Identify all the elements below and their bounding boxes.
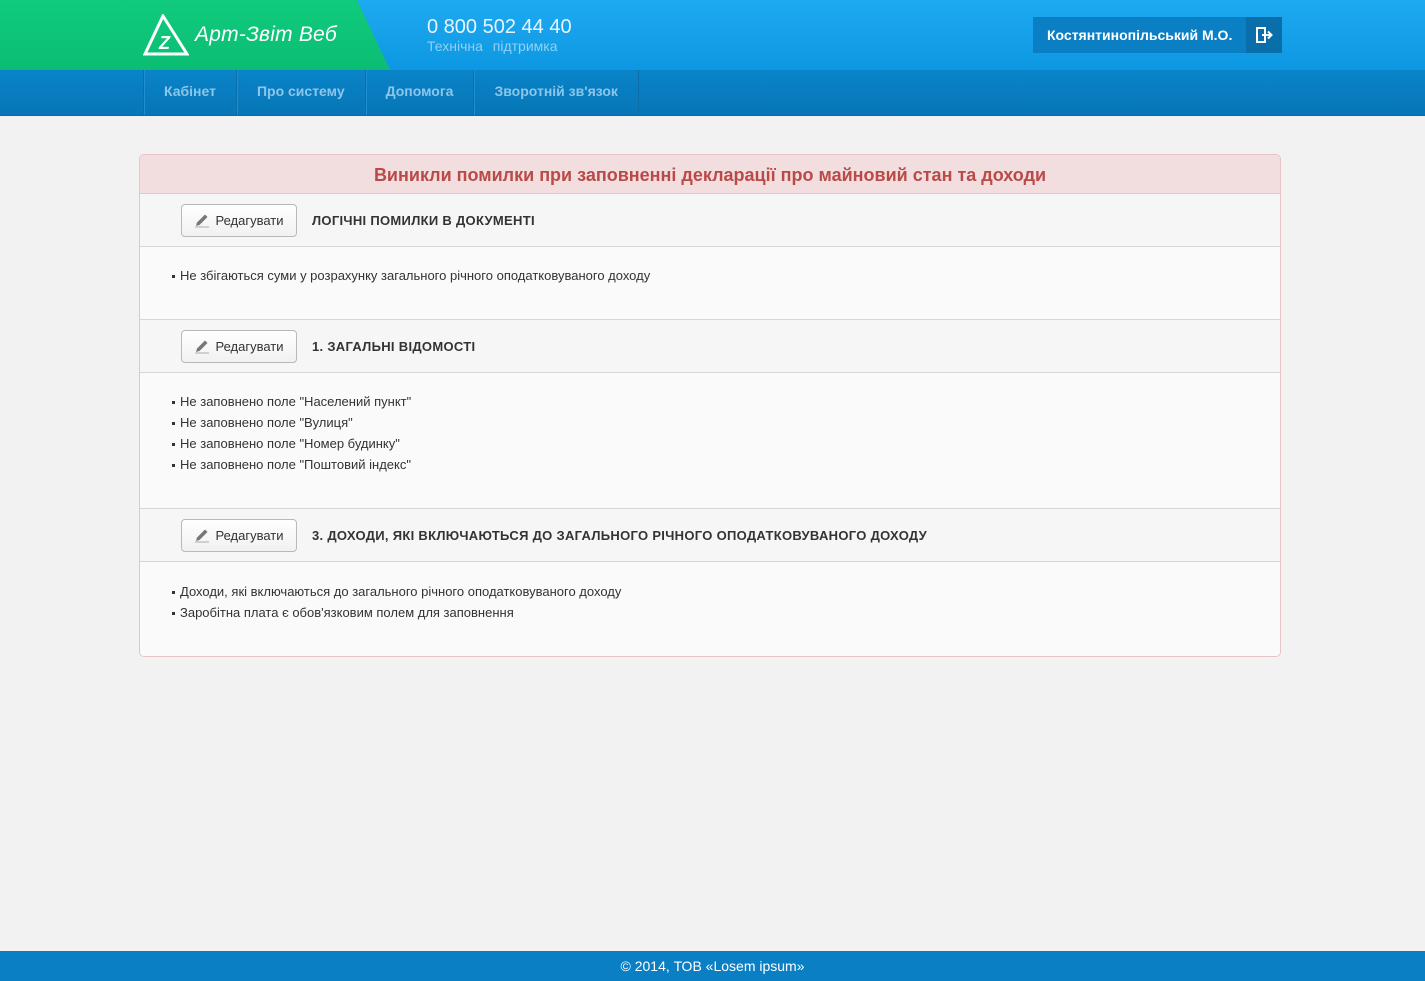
header: Z Арт-Звіт Веб 0 800 502 44 40 Технічна …	[0, 0, 1425, 70]
section-body: Не збігаються суми у розрахунку загально…	[140, 247, 1280, 319]
section-title: 1. ЗАГАЛЬНІ ВІДОМОСТІ	[312, 338, 476, 354]
pencil-icon	[195, 340, 210, 354]
pencil-icon	[195, 529, 210, 543]
section-title: ЛОГІЧНІ ПОМИЛКИ В ДОКУМЕНТІ	[312, 212, 535, 228]
error-item: Не заповнено поле "Поштовий індекс"	[172, 454, 1280, 475]
logo-icon: Z	[143, 14, 189, 56]
nav-item-about[interactable]: Про систему	[237, 70, 366, 115]
section-header: Редагувати ЛОГІЧНІ ПОМИЛКИ В ДОКУМЕНТІ	[140, 194, 1280, 247]
user-name[interactable]: Костянтинопільський М.О.	[1033, 17, 1247, 53]
edit-button[interactable]: Редагувати	[181, 203, 297, 237]
error-item: Доходи, які включаються до загального рі…	[172, 581, 1280, 602]
logo[interactable]: Z Арт-Звіт Веб	[143, 14, 337, 56]
panel-title: Виникли помилки при заповненні деклараці…	[140, 155, 1280, 194]
error-item: Заробітна плата є обов'язковим полем для…	[172, 602, 1280, 623]
error-item: Не заповнено поле "Населений пункт"	[172, 391, 1280, 412]
support-phone: 0 800 502 44 40	[427, 16, 572, 38]
error-item: Не заповнено поле "Номер будинку"	[172, 433, 1280, 454]
section-body: Доходи, які включаються до загального рі…	[140, 562, 1280, 656]
main-nav: Кабінет Про систему Допомога Зворотній з…	[0, 70, 1425, 116]
bullet	[172, 591, 175, 595]
bullet	[172, 401, 175, 405]
svg-text:Z: Z	[158, 33, 171, 53]
footer: © 2014, ТОВ «Losem ipsum»	[0, 951, 1425, 981]
logout-icon	[1256, 27, 1274, 43]
bullet	[172, 464, 175, 468]
logout-button[interactable]	[1246, 17, 1283, 53]
bullet	[172, 443, 175, 447]
error-item: Не збігаються суми у розрахунку загально…	[172, 265, 1280, 286]
nav-item-feedback[interactable]: Зворотній зв'язок	[474, 70, 639, 115]
error-item: Не заповнено поле "Вулиця"	[172, 412, 1280, 433]
nav-list: Кабінет Про систему Допомога Зворотній з…	[143, 70, 639, 115]
bullet	[172, 275, 175, 279]
pencil-icon	[195, 214, 210, 228]
nav-item-cabinet[interactable]: Кабінет	[144, 70, 237, 115]
edit-button-label: Редагувати	[215, 212, 284, 228]
errors-panel: Виникли помилки при заповненні деклараці…	[139, 154, 1281, 657]
section-body: Не заповнено поле "Населений пункт" Не з…	[140, 373, 1280, 508]
edit-button[interactable]: Редагувати	[181, 329, 297, 363]
user-box: Костянтинопільський М.О.	[1033, 17, 1283, 53]
edit-button-label: Редагувати	[215, 338, 284, 354]
edit-button-label: Редагувати	[215, 527, 284, 543]
section-header: Редагувати 3. ДОХОДИ, ЯКІ ВКЛЮЧАЮТЬСЯ ДО…	[140, 508, 1280, 562]
section-header: Редагувати 1. ЗАГАЛЬНІ ВІДОМОСТІ	[140, 319, 1280, 373]
edit-button[interactable]: Редагувати	[181, 518, 297, 552]
support-label: Технічна підтримка	[427, 38, 558, 54]
bullet	[172, 612, 175, 616]
bullet	[172, 422, 175, 426]
section-title: 3. ДОХОДИ, ЯКІ ВКЛЮЧАЮТЬСЯ ДО ЗАГАЛЬНОГО…	[312, 527, 928, 543]
logo-text: Арт-Звіт Веб	[195, 23, 337, 46]
nav-item-help[interactable]: Допомога	[366, 70, 475, 115]
